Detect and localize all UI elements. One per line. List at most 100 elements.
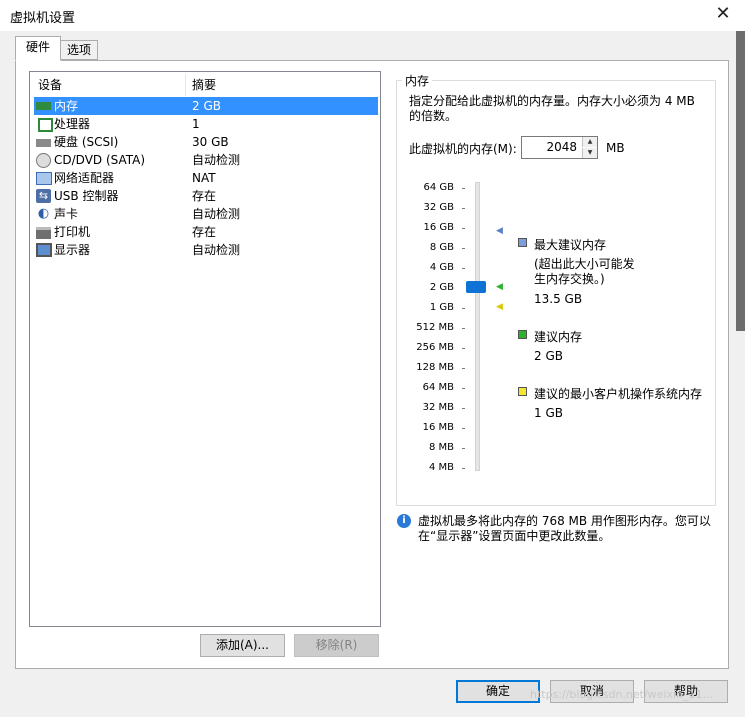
device-list[interactable]: 设备 摘要 内存 2 GB 处理器 1 硬盘 (SCSI) 30 GB CD/D… xyxy=(29,71,381,627)
add-button[interactable]: 添加(A)... xyxy=(200,634,285,657)
device-row-sound-card[interactable]: ◐ 声卡 自动检测 xyxy=(34,205,378,223)
min-recommended-marker-icon: ◀ xyxy=(496,302,503,312)
device-row-memory[interactable]: 内存 2 GB xyxy=(34,97,378,115)
device-summary: 存在 xyxy=(192,189,217,203)
device-row-display[interactable]: 显示器 自动检测 xyxy=(34,241,378,259)
device-row-processor[interactable]: 处理器 1 xyxy=(34,115,378,133)
scale-label: 128 MB xyxy=(416,362,454,373)
device-name: 硬盘 (SCSI) xyxy=(54,135,119,149)
scale-label: 32 MB xyxy=(422,402,454,413)
cd-dvd-icon xyxy=(36,153,51,168)
recommended-legend-swatch xyxy=(518,330,527,339)
processor-icon xyxy=(38,118,53,132)
memory-group-title: 内存 xyxy=(402,72,433,89)
sound-card-icon: ◐ xyxy=(37,206,50,221)
device-row-usb-controller[interactable]: ⇆ USB 控制器 存在 xyxy=(34,187,378,205)
memory-icon xyxy=(36,102,51,110)
max-legend-label: 最大建议内存 xyxy=(534,238,607,252)
scale-label: 512 MB xyxy=(416,322,454,333)
device-name: 打印机 xyxy=(54,225,91,239)
scale-tick xyxy=(462,388,465,389)
recommended-legend-value: 2 GB xyxy=(534,349,563,363)
scale-tick xyxy=(462,208,465,209)
scale-tick xyxy=(462,328,465,329)
scale-label: 16 GB xyxy=(423,222,454,233)
max-recommended-marker-icon: ◀ xyxy=(496,226,503,236)
scale-tick xyxy=(462,348,465,349)
max-legend-value: 13.5 GB xyxy=(534,292,583,306)
device-row-network-adapter[interactable]: 网络适配器 NAT xyxy=(34,169,378,187)
scale-label: 64 GB xyxy=(423,182,454,193)
device-row-printer[interactable]: 打印机 存在 xyxy=(34,223,378,241)
scale-tick xyxy=(462,408,465,409)
device-summary: 自动检测 xyxy=(192,243,241,257)
scale-tick xyxy=(462,428,465,429)
memory-slider-thumb[interactable] xyxy=(466,281,486,293)
graphics-memory-info: 虚拟机最多将此内存的 768 MB 用作图形内存。您可以在“显示器”设置页面中更… xyxy=(418,514,711,543)
memory-description: 指定分配给此虚拟机的内存量。内存大小必须为 4 MB 的倍数。 xyxy=(409,94,695,123)
device-summary: 自动检测 xyxy=(192,207,241,221)
close-icon[interactable]: ✕ xyxy=(712,3,734,25)
device-summary: 自动检测 xyxy=(192,153,241,167)
device-name: USB 控制器 xyxy=(54,189,119,203)
scale-tick xyxy=(462,468,465,469)
scale-tick xyxy=(462,368,465,369)
remove-button[interactable]: 移除(R) xyxy=(294,634,379,657)
max-legend-note: (超出此大小可能发生内存交换。) xyxy=(534,257,635,286)
stepper-down-icon[interactable]: ▼ xyxy=(582,148,597,158)
device-summary: NAT xyxy=(192,171,216,185)
watermark: https://blog.csdn.net/weixin_11... xyxy=(530,688,714,701)
device-summary: 存在 xyxy=(192,225,217,239)
ok-button[interactable]: 确定 xyxy=(456,680,540,703)
device-name: CD/DVD (SATA) xyxy=(54,153,146,167)
memory-unit: MB xyxy=(606,141,625,155)
column-header-device[interactable]: 设备 xyxy=(38,76,62,94)
scale-tick xyxy=(462,268,465,269)
stepper-up-icon[interactable]: ▲ xyxy=(582,137,597,147)
device-name: 处理器 xyxy=(54,117,91,131)
max-legend-swatch xyxy=(518,238,527,247)
scale-label: 32 GB xyxy=(423,202,454,213)
min-legend-swatch xyxy=(518,387,527,396)
scale-label: 8 GB xyxy=(429,242,454,253)
scale-label: 16 MB xyxy=(422,422,454,433)
device-name: 网络适配器 xyxy=(54,171,115,185)
network-adapter-icon xyxy=(36,172,52,185)
device-summary: 2 GB xyxy=(192,99,221,113)
scale-tick xyxy=(462,188,465,189)
column-header-summary[interactable]: 摘要 xyxy=(192,76,216,94)
device-summary: 1 xyxy=(192,117,200,131)
min-legend-value: 1 GB xyxy=(534,406,563,420)
printer-icon xyxy=(36,227,51,239)
scale-label: 4 GB xyxy=(429,262,454,273)
recommended-legend-label: 建议内存 xyxy=(534,330,583,344)
memory-value[interactable]: 2048 xyxy=(546,140,577,154)
usb-icon: ⇆ xyxy=(36,189,51,203)
tab-hardware[interactable]: 硬件 xyxy=(15,36,61,61)
memory-field-label: 此虚拟机的内存(M): xyxy=(409,142,517,156)
device-name: 显示器 xyxy=(54,243,91,257)
scale-label: 2 GB xyxy=(429,282,454,293)
scale-tick xyxy=(462,228,465,229)
background-window-strip xyxy=(736,31,745,331)
scale-tick xyxy=(462,448,465,449)
title-bar xyxy=(0,0,745,31)
device-name: 声卡 xyxy=(54,207,79,221)
min-legend-label: 建议的最小客户机操作系统内存 xyxy=(534,387,703,401)
device-name: 内存 xyxy=(54,99,79,113)
device-summary: 30 GB xyxy=(192,135,229,149)
device-row-cd-dvd[interactable]: CD/DVD (SATA) 自动检测 xyxy=(34,151,378,169)
scale-label: 1 GB xyxy=(429,302,454,313)
display-icon xyxy=(36,243,52,257)
tab-options[interactable]: 选项 xyxy=(60,40,98,60)
memory-stepper[interactable]: 2048 ▲ ▼ xyxy=(521,136,598,159)
recommended-marker-icon: ◀ xyxy=(496,282,503,292)
scale-label: 256 MB xyxy=(416,342,454,353)
scale-tick xyxy=(462,248,465,249)
scale-tick xyxy=(462,308,465,309)
scale-label: 4 MB xyxy=(428,462,454,473)
hard-disk-icon xyxy=(36,139,51,147)
column-divider[interactable] xyxy=(185,74,186,96)
memory-slider-track[interactable] xyxy=(475,182,480,471)
device-row-hard-disk[interactable]: 硬盘 (SCSI) 30 GB xyxy=(34,133,378,151)
